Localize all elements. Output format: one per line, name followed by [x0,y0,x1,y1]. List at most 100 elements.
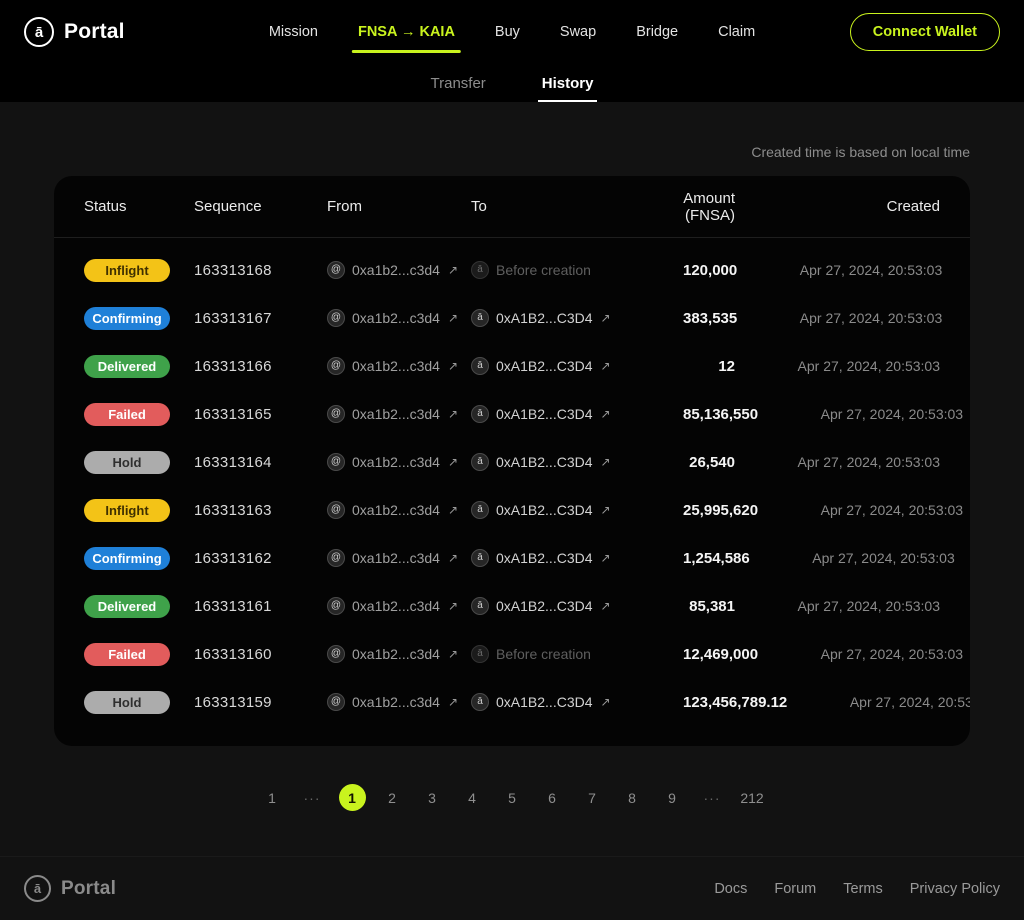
nav-item-fnsa-kaia[interactable]: FNSA → KAIA [358,24,455,40]
from-address[interactable]: @0xa1b2...c3d4↗ [327,645,471,663]
footer-link-docs[interactable]: Docs [714,881,747,897]
subnav-tabs: Transfer History [0,64,1024,102]
to-address-text: 0xA1B2...C3D4 [496,310,593,326]
to-address[interactable]: ā0xA1B2...C3D4↗ [471,501,683,519]
external-link-icon: ↗ [601,695,611,709]
pagination-page-2[interactable]: 2 [379,784,406,811]
footer: ā Portal Docs Forum Terms Privacy Policy [0,856,1024,920]
column-header-sequence: Sequence [194,198,327,215]
created-value: Apr 27, 2024, 20:53:03 [758,502,963,518]
pagination-page-3[interactable]: 3 [419,784,446,811]
amount-value: 85,136,550 [683,406,758,423]
sequence-value: 163313166 [194,358,327,375]
to-address[interactable]: ā0xA1B2...C3D4↗ [471,597,683,615]
status-badge: Delivered [84,355,170,378]
amount-value: 26,540 [683,454,735,471]
created-value: Apr 27, 2024, 20:53:03 [735,598,940,614]
from-chain-icon: @ [327,357,345,375]
pagination-page-6[interactable]: 6 [539,784,566,811]
external-link-icon: ↗ [448,263,458,277]
to-address-text: 0xA1B2...C3D4 [496,598,593,614]
from-address[interactable]: @0xa1b2...c3d4↗ [327,693,471,711]
from-address[interactable]: @0xa1b2...c3d4↗ [327,357,471,375]
nav-item-claim[interactable]: Claim [718,24,755,40]
table-row: Failed163313160@0xa1b2...c3d4↗āBefore cr… [54,630,970,678]
main-nav: Mission FNSA → KAIA Buy Swap Bridge Claim [269,24,755,40]
footer-link-privacy-policy[interactable]: Privacy Policy [910,881,1000,897]
created-value: Apr 27, 2024, 20:53:03 [735,358,940,374]
nav-item-buy[interactable]: Buy [495,24,520,40]
nav-item-bridge[interactable]: Bridge [636,24,678,40]
local-time-note: Created time is based on local time [54,144,970,160]
pagination-page-1[interactable]: 1 [259,784,286,811]
to-address-text: 0xA1B2...C3D4 [496,550,593,566]
from-address[interactable]: @0xa1b2...c3d4↗ [327,453,471,471]
footer-brand: ā Portal [24,875,116,902]
to-address[interactable]: ā0xA1B2...C3D4↗ [471,405,683,423]
to-chain-icon: ā [471,693,489,711]
from-address[interactable]: @0xa1b2...c3d4↗ [327,309,471,327]
footer-link-forum[interactable]: Forum [774,881,816,897]
table-row: Hold163313164@0xa1b2...c3d4↗ā0xA1B2...C3… [54,438,970,486]
to-address[interactable]: ā0xA1B2...C3D4↗ [471,453,683,471]
brand-logo[interactable]: ā Portal [24,17,125,47]
from-chain-icon: @ [327,597,345,615]
table-row: Confirming163313162@0xa1b2...c3d4↗ā0xA1B… [54,534,970,582]
created-value: Apr 27, 2024, 20:53:03 [750,550,955,566]
tab-history[interactable]: History [538,64,598,102]
from-chain-icon: @ [327,405,345,423]
external-link-icon: ↗ [448,599,458,613]
external-link-icon: ↗ [448,551,458,565]
amount-value: 25,995,620 [683,502,758,519]
to-address[interactable]: ā0xA1B2...C3D4↗ [471,549,683,567]
created-value: Apr 27, 2024, 20:53:03 [735,454,940,470]
to-address[interactable]: ā0xA1B2...C3D4↗ [471,693,683,711]
amount-value: 383,535 [683,310,737,327]
connect-wallet-button[interactable]: Connect Wallet [850,13,1000,51]
to-address-text: 0xA1B2...C3D4 [496,406,593,422]
from-address[interactable]: @0xa1b2...c3d4↗ [327,405,471,423]
from-address-text: 0xa1b2...c3d4 [352,406,440,422]
from-address[interactable]: @0xa1b2...c3d4↗ [327,597,471,615]
from-address[interactable]: @0xa1b2...c3d4↗ [327,501,471,519]
to-chain-icon: ā [471,645,489,663]
from-chain-icon: @ [327,501,345,519]
table-row: Inflight163313168@0xa1b2...c3d4↗āBefore … [54,246,970,294]
external-link-icon: ↗ [601,359,611,373]
from-address[interactable]: @0xa1b2...c3d4↗ [327,261,471,279]
tab-transfer[interactable]: Transfer [427,64,490,102]
pagination-page-9[interactable]: 9 [659,784,686,811]
pagination-page-212[interactable]: 212 [739,784,766,811]
pagination-page-8[interactable]: 8 [619,784,646,811]
to-address[interactable]: ā0xA1B2...C3D4↗ [471,309,683,327]
pagination-page-4[interactable]: 4 [459,784,486,811]
table-header: StatusSequenceFromToAmount (FNSA)Created [54,176,970,238]
to-address[interactable]: ā0xA1B2...C3D4↗ [471,357,683,375]
pagination-ellipsis: ··· [299,784,326,811]
from-address[interactable]: @0xa1b2...c3d4↗ [327,549,471,567]
main-content: Created time is based on local time Stat… [0,102,1024,856]
to-address-text: Before creation [496,262,591,278]
pagination-page-7[interactable]: 7 [579,784,606,811]
from-address-text: 0xa1b2...c3d4 [352,502,440,518]
table-row: Delivered 163313166@0xa1b2...c3d4↗ā0xA1B2… [54,342,970,390]
nav-item-mission[interactable]: Mission [269,24,318,40]
to-chain-icon: ā [471,405,489,423]
table-body: Inflight163313168@0xa1b2...c3d4↗āBefore … [54,238,970,746]
sequence-value: 163313168 [194,262,327,279]
to-chain-icon: ā [471,453,489,471]
from-chain-icon: @ [327,309,345,327]
amount-value: 85,381 [683,598,735,615]
external-link-icon: ↗ [601,455,611,469]
created-value: Apr 27, 2024, 20:53:03 [758,646,963,662]
status-badge: Failed [84,403,170,426]
from-chain-icon: @ [327,261,345,279]
to-address-text: 0xA1B2...C3D4 [496,502,593,518]
external-link-icon: ↗ [601,551,611,565]
from-chain-icon: @ [327,453,345,471]
nav-item-swap[interactable]: Swap [560,24,596,40]
pagination-page-1[interactable]: 1 [339,784,366,811]
pagination-page-5[interactable]: 5 [499,784,526,811]
from-address-text: 0xa1b2...c3d4 [352,310,440,326]
footer-link-terms[interactable]: Terms [843,881,882,897]
